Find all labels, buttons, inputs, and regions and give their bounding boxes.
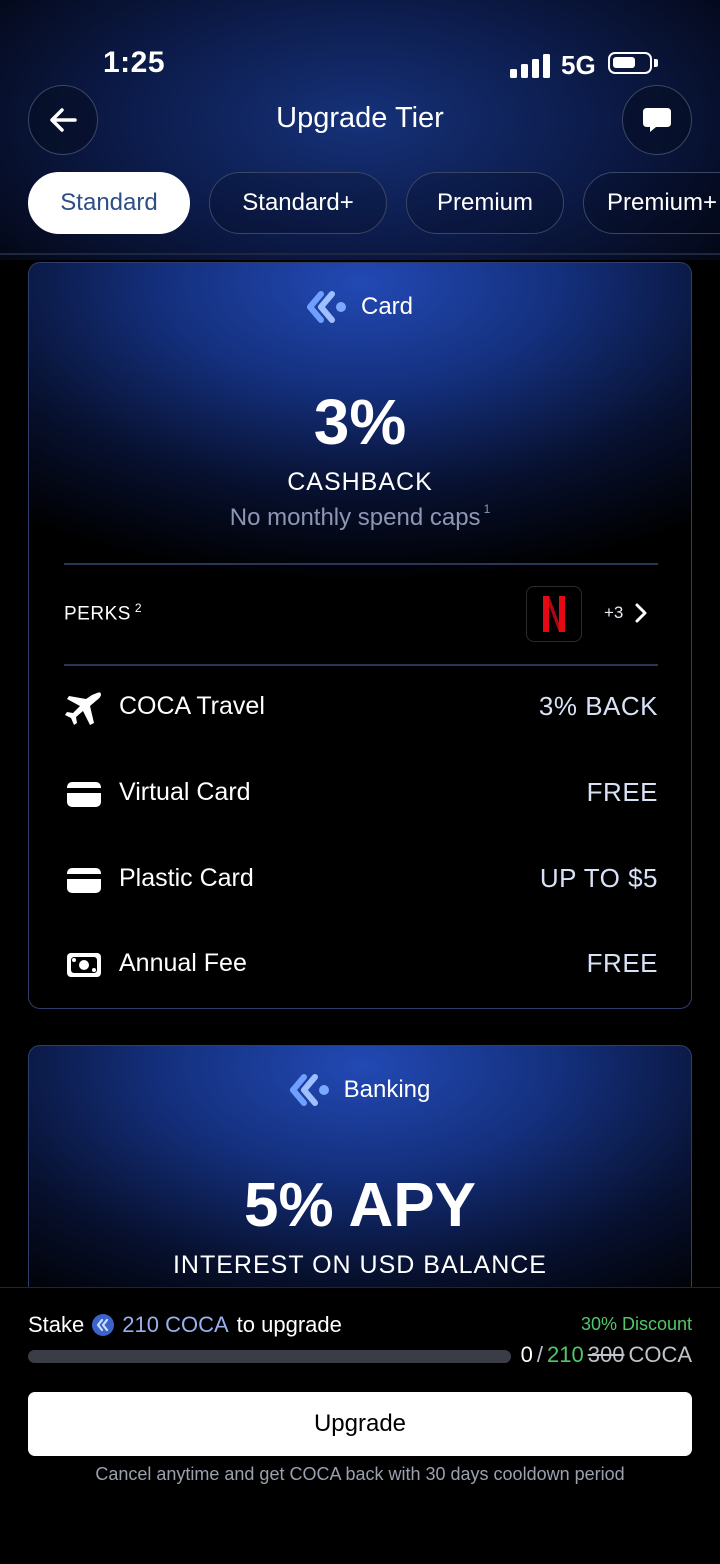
- feature-row-plastic-card: Plastic Card UP TO $5: [64, 860, 658, 900]
- cashback-label: CASHBACK: [287, 468, 433, 496]
- upgrade-panel: Stake 210 COCA to upgrade 30% Discount 0…: [0, 1287, 720, 1564]
- chat-bubble-icon: [643, 108, 671, 132]
- netflix-perk-icon[interactable]: [526, 586, 582, 642]
- stake-amount: 210 COCA: [122, 1312, 229, 1337]
- netflix-logo-icon: [543, 596, 565, 632]
- footnote-ref-2: 2: [134, 601, 143, 615]
- feature-label: Virtual Card: [119, 778, 251, 806]
- progress-current: 0: [520, 1342, 533, 1367]
- stake-progress-text: 0/210 300 COCA: [521, 1342, 692, 1368]
- apy-value: 5% APY: [243, 1171, 476, 1240]
- more-perks-count[interactable]: +3: [604, 603, 623, 623]
- cashback-percent: 3%: [313, 386, 407, 458]
- progress-unit: COCA: [628, 1342, 692, 1367]
- perks-text: PERKS: [64, 603, 131, 625]
- airplane-icon: [65, 692, 101, 725]
- coca-logo-icon: [289, 1074, 329, 1106]
- stake-progress-bar: [28, 1350, 511, 1363]
- stake-prefix: Stake: [28, 1312, 85, 1337]
- spend-caps-text: No monthly spend caps: [229, 504, 481, 531]
- perks-label: PERKS 2: [64, 601, 142, 625]
- stake-suffix: to upgrade: [236, 1312, 342, 1337]
- progress-slash: /: [536, 1342, 543, 1367]
- stake-line: Stake 210 COCA to upgrade: [28, 1312, 342, 1338]
- card-heading: Card: [29, 291, 691, 323]
- banking-heading: Banking: [29, 1074, 691, 1106]
- feature-label: Plastic Card: [119, 864, 254, 892]
- upgrade-button[interactable]: Upgrade: [28, 1392, 692, 1456]
- chevron-right-icon[interactable]: [633, 602, 649, 624]
- progress-original: 300: [587, 1342, 625, 1367]
- tab-standard-plus[interactable]: Standard+: [209, 172, 387, 234]
- credit-card-icon: [67, 782, 101, 807]
- chat-button[interactable]: [622, 85, 692, 155]
- banking-heading-label: Banking: [343, 1076, 431, 1103]
- battery-icon: [608, 52, 658, 74]
- tabs-divider: [0, 253, 720, 255]
- feature-value: FREE: [586, 777, 658, 807]
- signal-icon: [510, 54, 550, 78]
- cooldown-note: Cancel anytime and get COCA back with 30…: [95, 1464, 625, 1484]
- feature-row-travel: COCA Travel 3% BACK: [64, 688, 658, 728]
- divider: [64, 563, 658, 565]
- credit-card-icon: [67, 868, 101, 893]
- feature-label: Annual Fee: [119, 949, 247, 977]
- footnote-ref-1: 1: [483, 502, 491, 516]
- coca-token-icon: [92, 1314, 115, 1336]
- tab-premium[interactable]: Premium: [406, 172, 564, 234]
- card-benefits-panel: Card 3% CASHBACK No monthly spend caps 1 …: [28, 262, 692, 1009]
- apy-label: INTEREST ON USD BALANCE: [172, 1251, 547, 1279]
- discount-badge: 30% Discount: [580, 1314, 692, 1334]
- divider: [64, 664, 658, 666]
- feature-row-virtual-card: Virtual Card FREE: [64, 774, 658, 814]
- tab-standard[interactable]: Standard: [28, 172, 190, 234]
- tier-tabs: Standard Standard+ Premium Premium+: [0, 172, 720, 236]
- card-heading-label: Card: [360, 293, 414, 320]
- network-type: 5G: [561, 50, 596, 80]
- progress-target: 210: [547, 1342, 584, 1367]
- coca-logo-icon: [306, 291, 346, 323]
- cash-icon: [67, 953, 101, 977]
- feature-row-annual-fee: Annual Fee FREE: [64, 945, 658, 985]
- feature-value: UP TO $5: [539, 863, 658, 893]
- status-bar: 1:25 5G: [0, 0, 720, 90]
- page-title: Upgrade Tier: [276, 102, 444, 134]
- spend-caps-note: No monthly spend caps 1: [29, 502, 691, 532]
- feature-value: FREE: [586, 948, 658, 978]
- feature-label: COCA Travel: [119, 692, 265, 720]
- feature-value: 3% BACK: [538, 691, 658, 721]
- status-time: 1:25: [103, 46, 166, 79]
- tab-premium-plus[interactable]: Premium+: [583, 172, 720, 234]
